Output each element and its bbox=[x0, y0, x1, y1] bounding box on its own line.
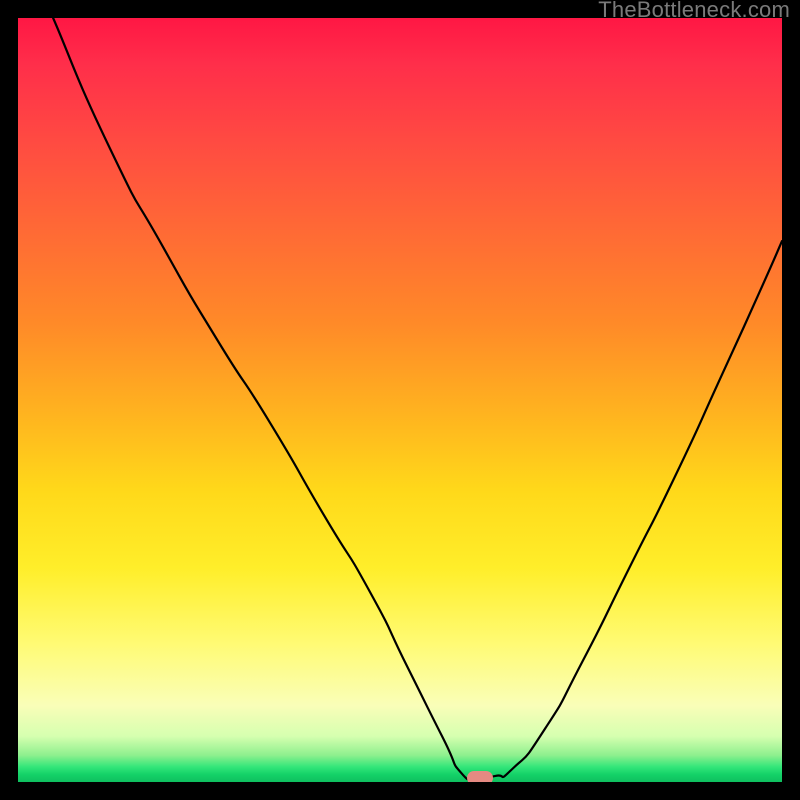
optimum-marker bbox=[467, 771, 493, 782]
bottleneck-curve bbox=[18, 18, 782, 782]
curve-path bbox=[53, 18, 782, 779]
chart-frame: TheBottleneck.com bbox=[0, 0, 800, 800]
plot-area bbox=[18, 18, 782, 782]
